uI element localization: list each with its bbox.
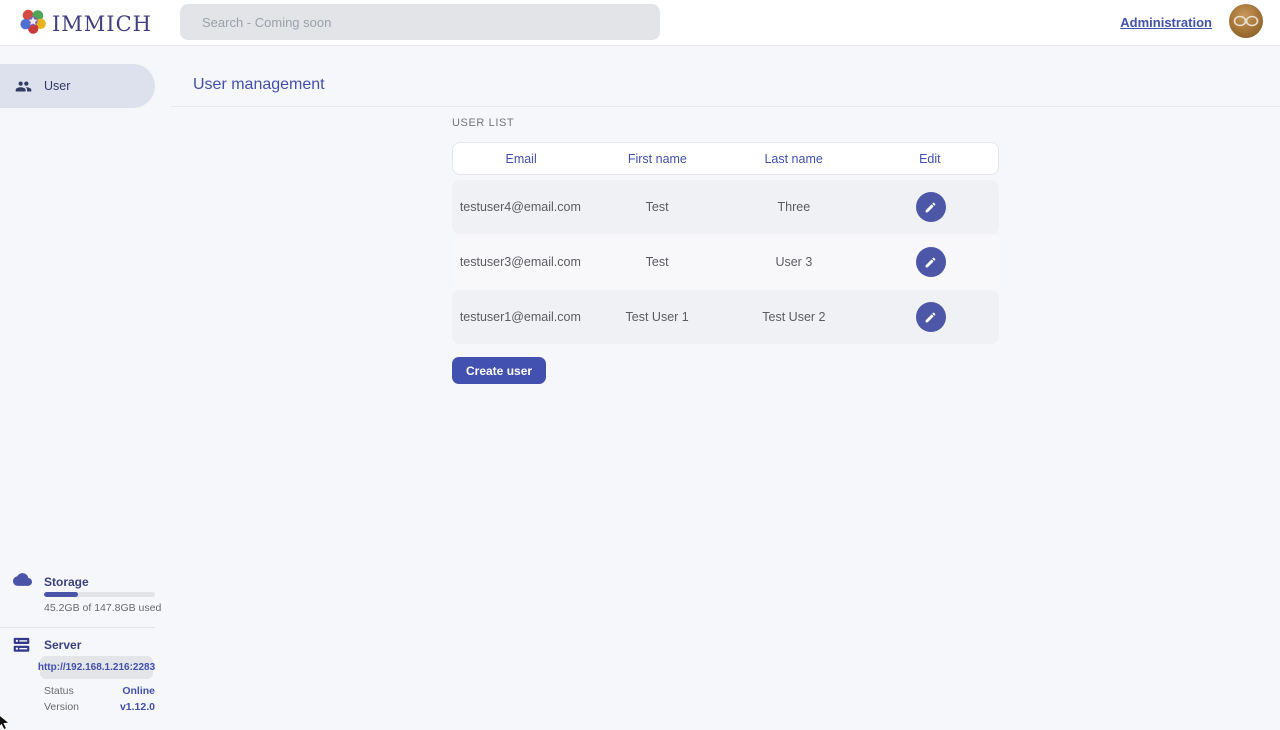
storage-progress-bar — [44, 592, 155, 597]
administration-link[interactable]: Administration — [1120, 15, 1212, 30]
server-section-title: Server — [44, 638, 81, 652]
storage-progress-fill — [44, 592, 78, 597]
edit-user-button[interactable] — [916, 192, 946, 222]
table-row: testuser4@email.com Test Three — [452, 180, 999, 234]
storage-usage-text: 45.2GB of 147.8GB used — [44, 602, 161, 614]
edit-user-button[interactable] — [916, 302, 946, 332]
edit-user-button[interactable] — [916, 247, 946, 277]
table-header-row: Email First name Last name Edit — [452, 142, 999, 175]
table-row: testuser3@email.com Test User 3 — [452, 235, 999, 289]
title-divider — [171, 106, 1280, 107]
create-user-button[interactable]: Create user — [452, 357, 546, 384]
user-list-section-label: USER LIST — [452, 117, 514, 129]
status-label: Status — [44, 685, 74, 697]
immich-logo[interactable]: IMMICH — [18, 6, 152, 41]
column-header-last-name: Last name — [726, 152, 862, 166]
user-table: Email First name Last name Edit testuser… — [452, 142, 999, 345]
user-avatar[interactable] — [1229, 4, 1263, 38]
server-status-row: Status Online — [44, 685, 155, 697]
cell-email: testuser3@email.com — [452, 255, 589, 269]
top-navbar: IMMICH Administration — [0, 0, 1280, 46]
pencil-icon — [924, 201, 937, 214]
logo-wordmark: IMMICH — [52, 12, 152, 36]
server-url-badge: http://192.168.1.216:2283 — [40, 656, 153, 679]
version-label: Version — [44, 701, 79, 713]
search-input[interactable] — [180, 4, 660, 40]
table-body: testuser4@email.com Test Three testuser3… — [452, 180, 999, 344]
sidebar-divider — [0, 627, 155, 628]
page-title: User management — [193, 76, 325, 94]
immich-flower-icon — [18, 6, 48, 41]
server-icon — [13, 637, 30, 658]
storage-section-title: Storage — [44, 575, 89, 589]
users-group-icon — [15, 78, 32, 95]
sidebar-item-user-label: User — [44, 79, 70, 93]
table-row: testuser1@email.com Test User 1 Test Use… — [452, 290, 999, 344]
column-header-edit: Edit — [862, 152, 998, 166]
cell-first-name: Test — [589, 255, 726, 269]
cell-first-name: Test — [589, 200, 726, 214]
pencil-icon — [924, 256, 937, 269]
status-value: Online — [122, 685, 155, 697]
avatar-glasses-photo — [1233, 14, 1259, 28]
cloud-storage-icon — [13, 573, 32, 591]
cell-email: testuser1@email.com — [452, 310, 589, 324]
cell-last-name: Three — [726, 200, 863, 214]
column-header-email: Email — [453, 152, 589, 166]
server-version-row: Version v1.12.0 — [44, 701, 155, 713]
cell-first-name: Test User 1 — [589, 310, 726, 324]
pencil-icon — [924, 311, 937, 324]
cell-email: testuser4@email.com — [452, 200, 589, 214]
cell-last-name: Test User 2 — [726, 310, 863, 324]
sidebar-item-user[interactable]: User — [0, 64, 155, 108]
version-value: v1.12.0 — [120, 701, 155, 713]
cell-last-name: User 3 — [726, 255, 863, 269]
column-header-first-name: First name — [589, 152, 725, 166]
